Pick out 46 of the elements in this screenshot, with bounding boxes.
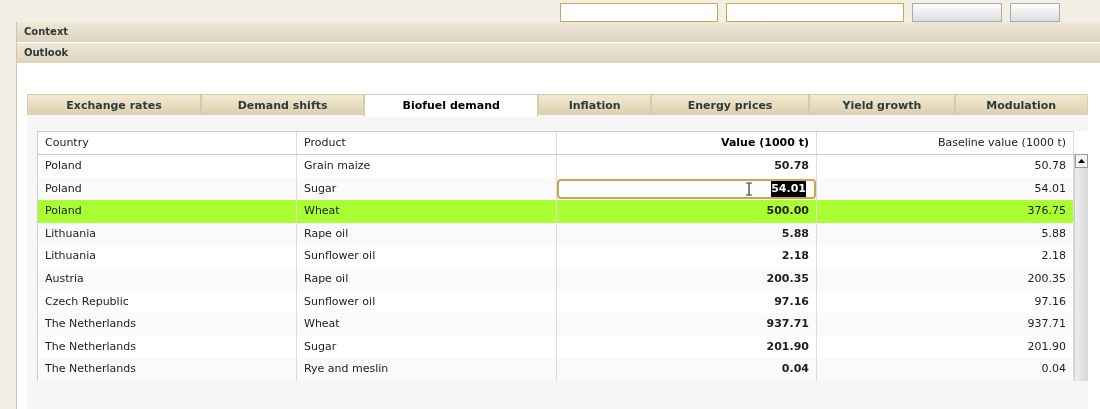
table-cell: Poland <box>38 155 297 178</box>
table-row[interactable]: Lithuania Rape oil 5.88 5.88 <box>38 222 1074 246</box>
table-cell: The Netherlands <box>38 313 297 336</box>
table-cell: Sunflower oil <box>297 245 557 268</box>
tab[interactable]: Energy prices <box>650 94 810 115</box>
text-cursor-icon <box>745 181 754 196</box>
table-cell: Austria <box>38 267 297 291</box>
table-cell: Wheat <box>297 313 557 336</box>
scroll-up-button[interactable] <box>1075 154 1088 168</box>
table-cell: The Netherlands <box>38 358 297 381</box>
table-cell: Wheat <box>297 200 557 223</box>
tab[interactable]: Modulation <box>954 94 1088 115</box>
toolbar-button[interactable] <box>912 3 1002 22</box>
table-cell: 50.78 <box>557 155 817 178</box>
table-cell: 200.35 <box>557 267 817 291</box>
column-header[interactable]: Baseline value (1000 t) <box>817 132 1074 154</box>
tab[interactable]: Demand shifts <box>201 94 365 115</box>
table-cell: Rye and meslin <box>297 358 557 381</box>
scrollbar[interactable] <box>1074 154 1088 381</box>
section-header[interactable]: Outlook <box>17 43 1100 64</box>
up-arrow-icon <box>1078 159 1085 163</box>
table-cell: Rape oil <box>297 267 557 291</box>
tab[interactable]: Yield growth <box>809 94 955 115</box>
tab[interactable]: Exchange rates <box>27 94 202 115</box>
section-header[interactable]: Context <box>17 22 1100 43</box>
table-cell: 2.18 <box>557 245 817 268</box>
dropdown-field[interactable] <box>726 3 904 22</box>
tab[interactable]: Biofuel demand <box>364 94 539 117</box>
table-cell: Poland <box>38 200 297 223</box>
table-cell: Grain maize <box>297 155 557 178</box>
column-header[interactable]: Country <box>38 132 297 154</box>
table-cell: 937.71 <box>557 313 817 336</box>
column-header[interactable]: Value (1000 t) <box>557 132 817 154</box>
tab[interactable]: Inflation <box>538 94 651 115</box>
cell-editor-field[interactable]: 54.01 <box>557 178 816 199</box>
table-cell: 0.04 <box>557 358 817 381</box>
table-cell: 500.00 <box>557 200 817 223</box>
dropdown-field[interactable] <box>560 3 718 22</box>
table-row[interactable]: The Netherlands Rye and meslin 0.04 0.04 <box>38 358 1074 381</box>
table-row[interactable]: Austria Rape oil 200.35 200.35 <box>38 267 1074 291</box>
toolbar-button[interactable] <box>1010 3 1060 22</box>
table-cell: Lithuania <box>38 245 297 268</box>
table-row[interactable]: Poland Wheat 500.00 376.75 <box>38 200 1074 223</box>
table-row[interactable]: Poland Sugar 54.01 54.01 <box>38 177 1074 201</box>
column-header[interactable]: Product <box>297 132 557 154</box>
table-row[interactable]: The Netherlands Wheat 937.71 937.71 <box>38 313 1074 336</box>
